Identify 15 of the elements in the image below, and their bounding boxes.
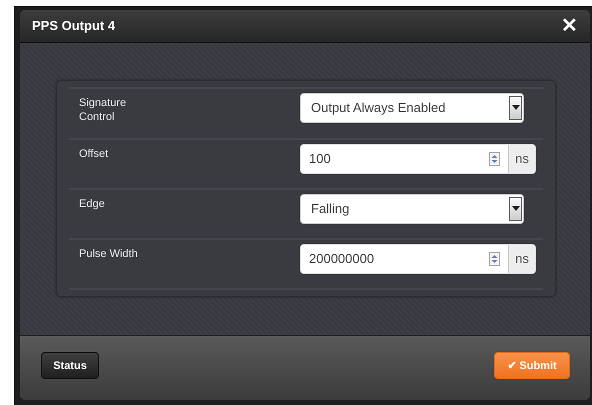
spinner-icon[interactable] [489,152,500,166]
field-label: Edge [78,196,106,211]
unit-label: ns [508,244,535,273]
dropdown[interactable]: Falling [300,194,524,224]
dropdown[interactable]: Output Always Enabled [300,92,524,123]
field-label: Pulse Width [78,246,139,261]
number-field[interactable]: 100 [301,151,508,166]
field-label: Offset [78,146,110,161]
spinner-icon[interactable] [489,252,500,266]
field-label: Signature Control [78,96,128,124]
status-button[interactable]: Status [41,352,99,380]
number-field[interactable]: 200000000 [301,251,508,266]
unit-label: ns [508,144,535,173]
dialog-title: PPS Output 4 [32,18,116,34]
close-button[interactable]: ✕ [561,16,578,36]
